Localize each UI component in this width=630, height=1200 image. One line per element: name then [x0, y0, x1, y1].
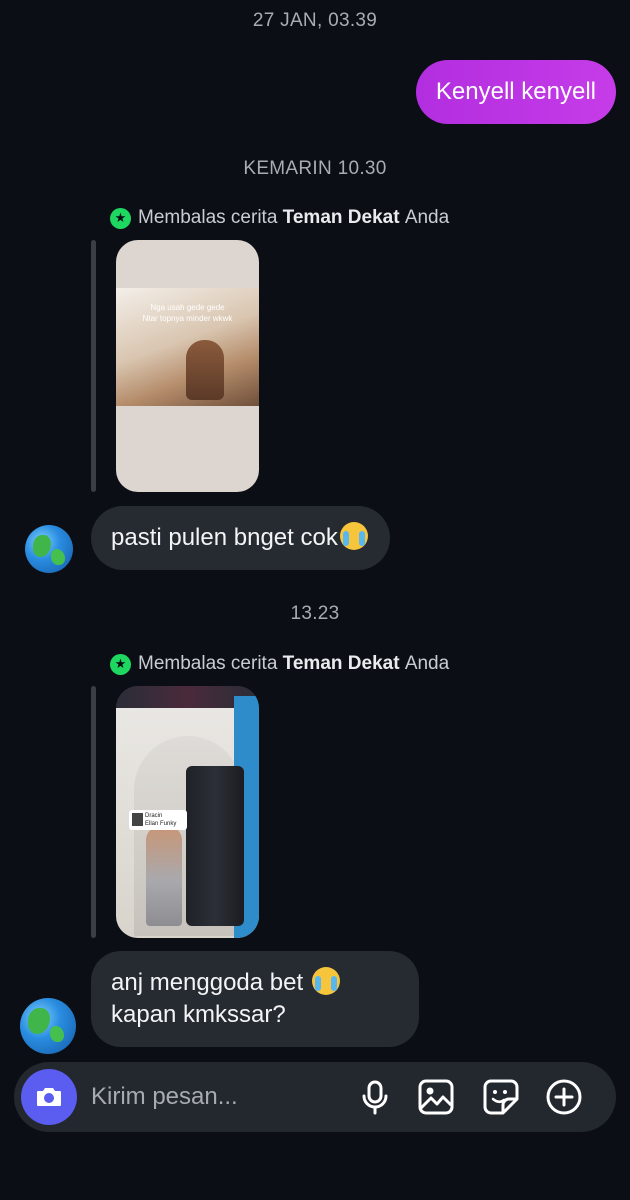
reply-label-suffix: Anda — [404, 653, 450, 674]
loudly-crying-emoji-icon — [339, 522, 368, 550]
close-friends-star-icon: ★ — [110, 207, 131, 229]
close-friends-star-icon: ★ — [110, 653, 131, 675]
story-thumbnail[interactable]: Nga usah gede gede Ntar topnya minder wk… — [116, 240, 259, 492]
chat-screen: 27 JAN, 03.39 Kenyell kenyell KEMARIN 10… — [0, 0, 630, 1200]
loudly-crying-emoji-icon — [311, 967, 340, 995]
message-composer — [14, 1062, 616, 1132]
avatar[interactable] — [20, 998, 76, 1054]
story-caption: Nga usah gede gede Ntar topnya minder wk… — [116, 302, 259, 324]
reply-label-prefix: Membalas cerita — [138, 653, 278, 674]
story-figure — [186, 340, 224, 400]
timestamp-first: 27 JAN, 03.39 — [252, 10, 378, 31]
sticker-button[interactable] — [481, 1077, 521, 1117]
reply-bar — [91, 686, 96, 938]
gallery-button[interactable] — [416, 1077, 456, 1117]
plus-button[interactable] — [544, 1077, 584, 1117]
story-reply-label: ★ Membalas cerita Teman Dekat Anda — [110, 653, 449, 675]
story-punching-bag — [186, 766, 244, 926]
reply-label-prefix: Membalas cerita — [138, 207, 278, 228]
message-text: pasti pulen bnget cok — [111, 524, 338, 551]
outgoing-message[interactable]: Kenyell kenyell — [415, 60, 616, 124]
camera-button[interactable] — [21, 1069, 77, 1125]
music-artist: Ellan Funky — [145, 821, 177, 827]
reply-label-suffix: Anda — [404, 207, 450, 228]
incoming-message[interactable]: anj menggoda bet kapan kmkssar? — [91, 951, 419, 1047]
story-person — [146, 826, 182, 926]
incoming-message[interactable]: pasti pulen bnget cok — [91, 506, 390, 570]
timestamp-third: 13.23 — [290, 603, 340, 624]
plus-icon — [546, 1079, 582, 1115]
story-caption-line: Nga usah gede gede — [150, 303, 225, 312]
gallery-icon — [418, 1079, 454, 1115]
reply-label-bold: Teman Dekat — [282, 653, 400, 674]
album-art-icon — [132, 813, 143, 826]
message-text: kapan kmkssar? — [111, 1001, 286, 1028]
camera-icon — [37, 1088, 61, 1106]
microphone-button[interactable] — [355, 1077, 395, 1117]
story-caption-line: Ntar topnya minder wkwk — [142, 314, 233, 323]
message-input[interactable] — [91, 1079, 351, 1115]
music-title: Dracin — [145, 813, 163, 819]
avatar[interactable] — [25, 525, 73, 573]
timestamp-second: KEMARIN 10.30 — [243, 158, 387, 179]
message-text: anj menggoda bet — [111, 969, 304, 996]
microphone-icon — [362, 1080, 388, 1115]
story-reply-label: ★ Membalas cerita Teman Dekat Anda — [110, 207, 449, 229]
reply-bar — [91, 240, 96, 492]
story-thumbnail[interactable]: Dracin Ellan Funky — [116, 686, 259, 938]
sticker-icon — [483, 1079, 519, 1115]
music-sticker: Dracin Ellan Funky — [129, 810, 187, 830]
reply-label-bold: Teman Dekat — [282, 207, 400, 228]
